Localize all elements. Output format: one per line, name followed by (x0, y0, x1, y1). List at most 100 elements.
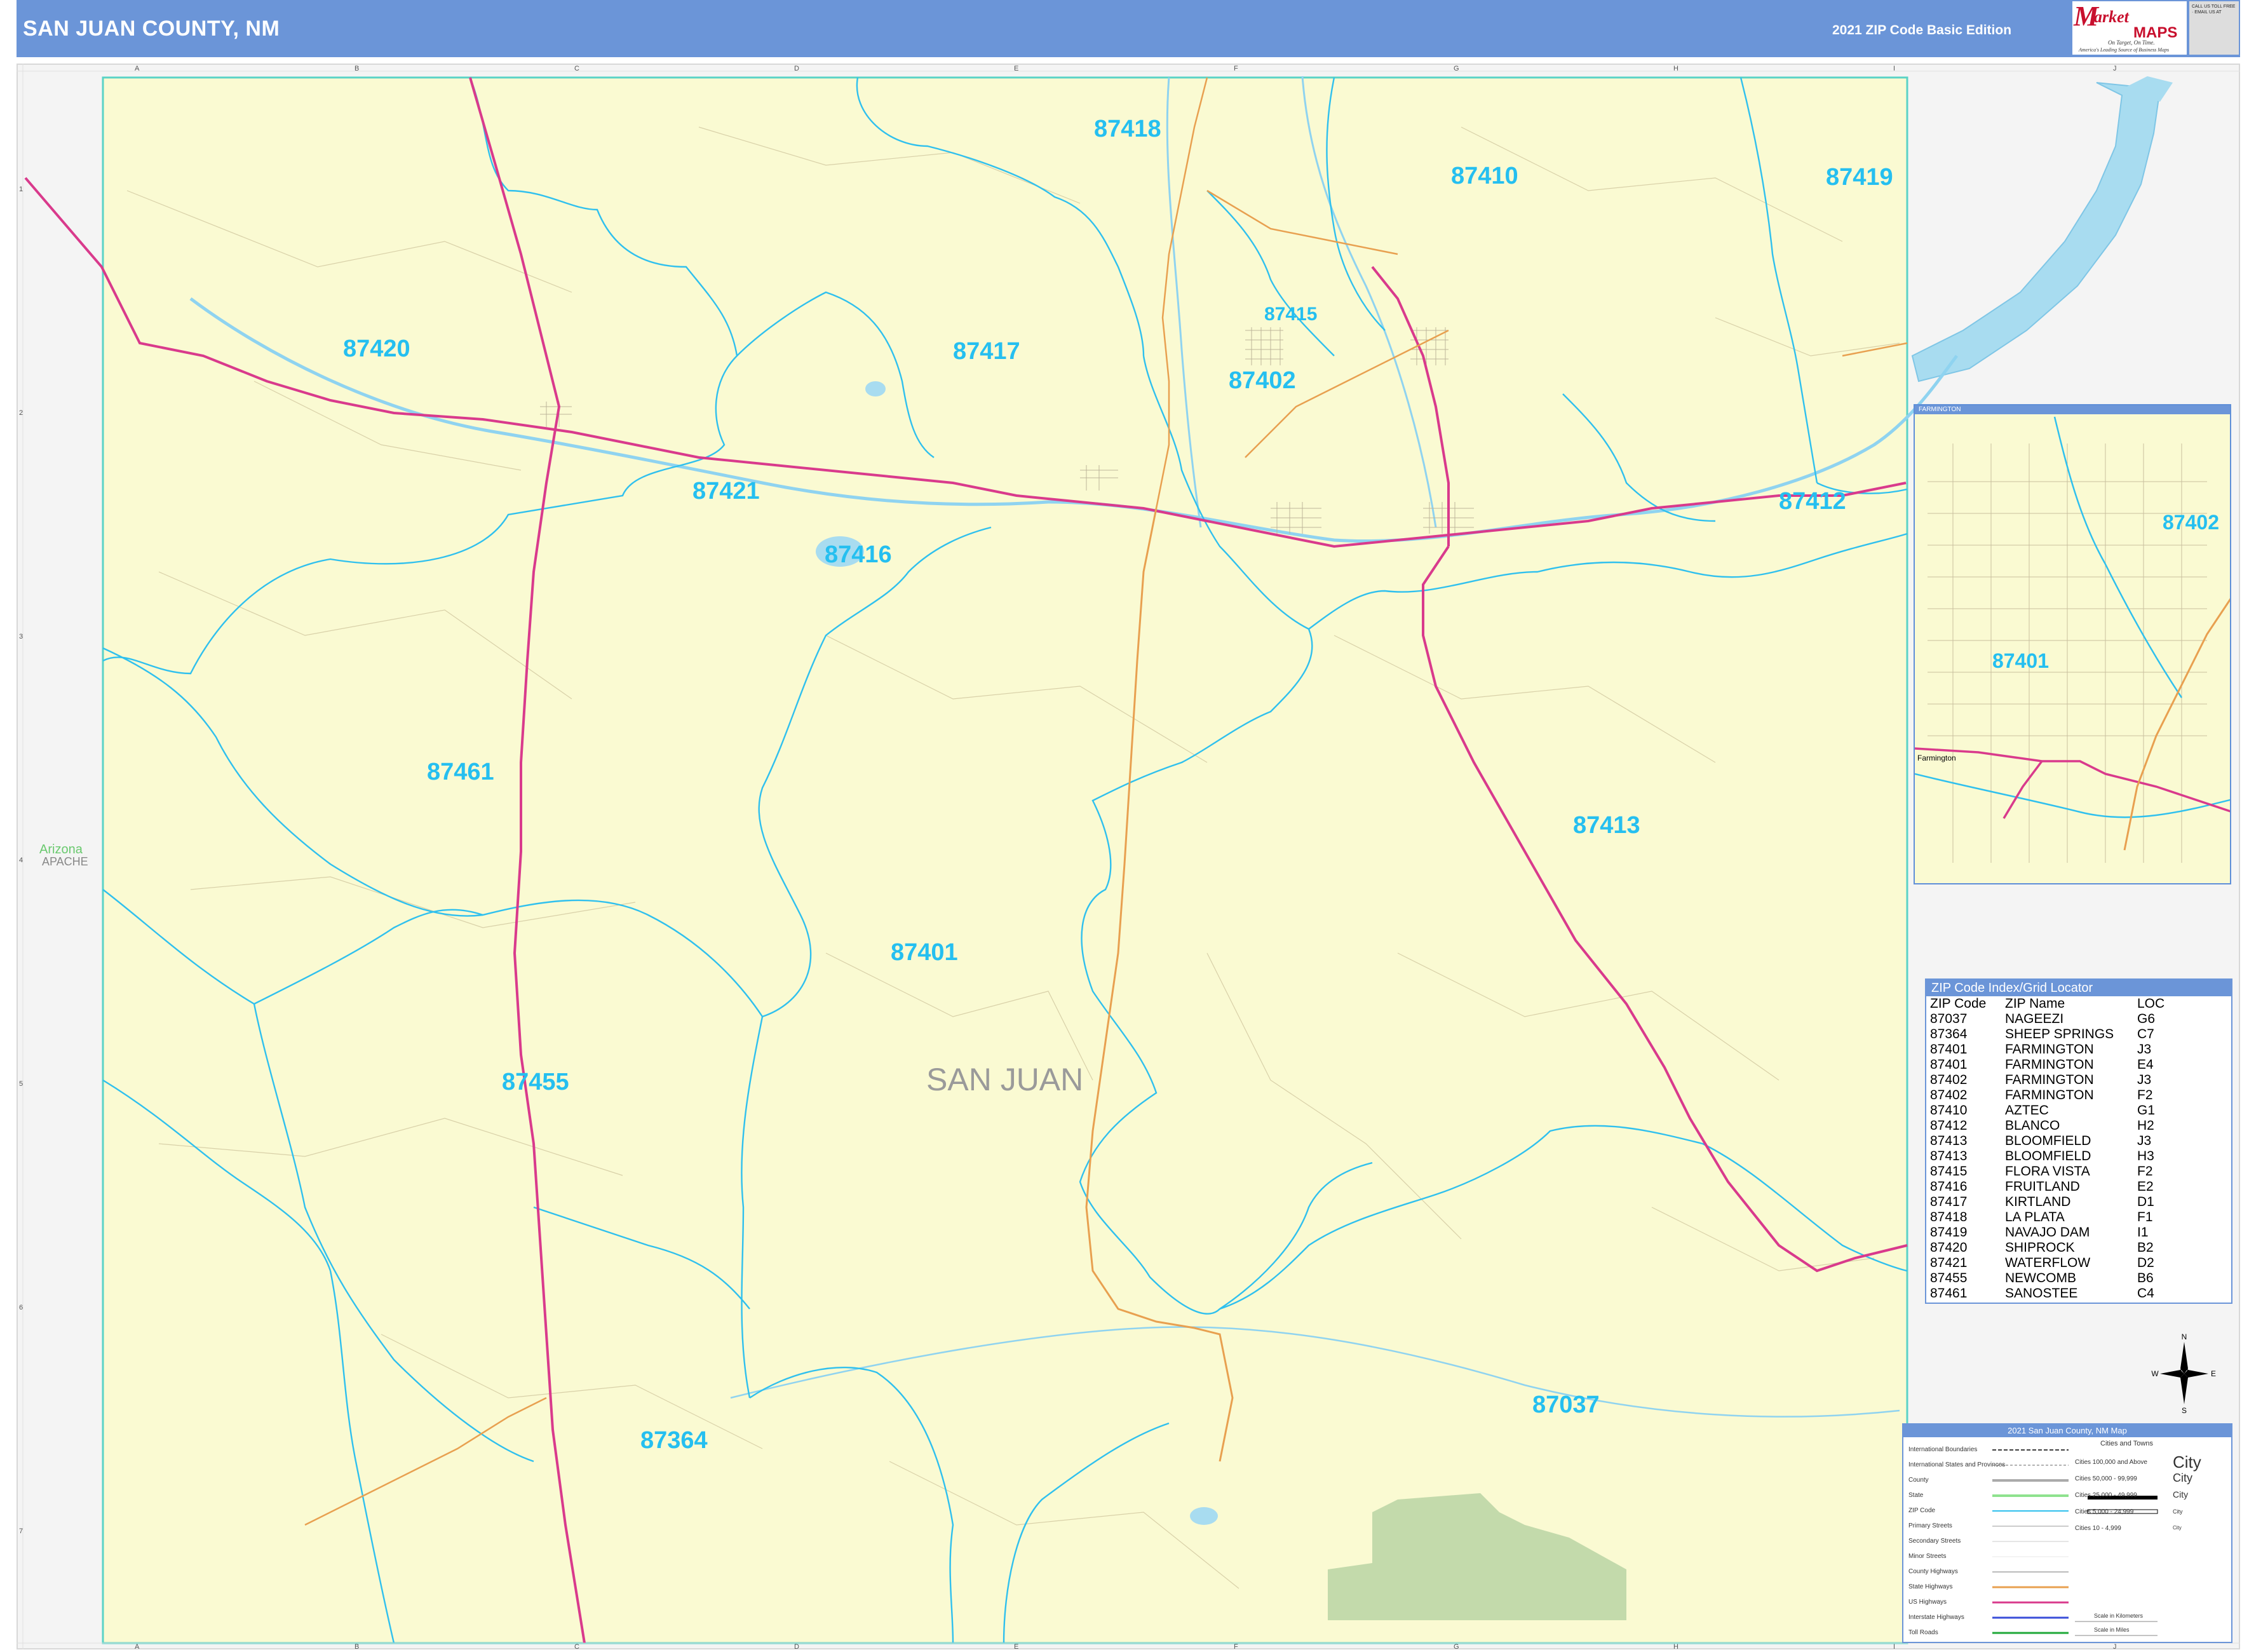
legend-city-range: Cities 100,000 and Above (2075, 1459, 2147, 1466)
table-row[interactable]: 87421 WATERFLOW D2 (1928, 1256, 2167, 1271)
legend-city-range: Cities 50,000 - 99,999 (2075, 1475, 2137, 1482)
farmington-inset[interactable]: FARMINGTON 87402 87401 Farmington (1914, 404, 2231, 884)
grid-col-label: E (1014, 65, 1019, 72)
compass-s: S (2182, 1406, 2187, 1414)
zip-label[interactable]: 87421 (692, 478, 760, 505)
zip-label[interactable]: 87461 (427, 759, 494, 786)
table-row[interactable]: 87416 FRUITLAND E2 (1928, 1179, 2167, 1195)
zip-label[interactable]: 87455 (502, 1069, 569, 1096)
table-row[interactable]: 87402 FARMINGTON J3 (1928, 1073, 2167, 1088)
zip-label[interactable]: 87417 (953, 338, 1020, 365)
name-cell: BLANCO (2005, 1118, 2060, 1133)
lake-small-1 (865, 381, 886, 396)
inset-zip-label[interactable]: 87402 (2163, 511, 2219, 534)
zip-label[interactable]: 87420 (343, 335, 410, 363)
county-map (17, 64, 2240, 1649)
table-row[interactable]: 87412 BLANCO H2 (1928, 1118, 2167, 1134)
name-cell: BLOOMFIELD (2005, 1149, 2091, 1163)
legend-city-sample: City (2173, 1489, 2189, 1500)
zip-label[interactable]: 87412 (1779, 488, 1846, 515)
table-row[interactable]: 87461 SANOSTEE C4 (1928, 1286, 2167, 1301)
grid-col-label: B (355, 65, 360, 72)
inset-city-label: Farmington (1917, 754, 1956, 762)
grid-col-label: H (1673, 65, 1678, 72)
name-cell: AZTEC (2005, 1103, 2049, 1118)
zip-cell: 87418 (1930, 1210, 1968, 1224)
zip-cell: 87037 (1930, 1012, 1968, 1026)
name-cell: SHEEP SPRINGS (2005, 1027, 2114, 1041)
grid-col-label: C (574, 65, 579, 72)
legend-city-range: Cities 5,000 - 24,999 (2075, 1508, 2134, 1515)
grid-col-label-bottom: F (1234, 1643, 1238, 1651)
loc-cell: H2 (2137, 1118, 2154, 1133)
grid-col-label-bottom: D (794, 1643, 799, 1651)
inset-zip-label[interactable]: 87401 (1992, 649, 2049, 673)
table-row[interactable]: 87419 NAVAJO DAM I1 (1928, 1225, 2167, 1240)
name-cell: FARMINGTON (2005, 1042, 2094, 1057)
loc-cell: D2 (2137, 1256, 2154, 1270)
zip-cell: 87410 (1930, 1103, 1968, 1118)
zip-label[interactable]: 87415 (1264, 304, 1317, 325)
zip-label[interactable]: 87401 (891, 939, 958, 966)
zip-cell: 87415 (1930, 1164, 1968, 1179)
legend-city-range: Cities 25,000 - 49,999 (2075, 1492, 2137, 1499)
grid-col-label: A (135, 65, 140, 72)
grid-row-label: 4 (19, 856, 24, 864)
legend-city-sample: City (2173, 1508, 2183, 1515)
table-row[interactable]: 87413 BLOOMFIELD H3 (1928, 1149, 2167, 1164)
zip-label[interactable]: 87410 (1451, 163, 1518, 190)
name-cell: NAVAJO DAM (2005, 1225, 2090, 1240)
zip-index-title: ZIP Code Index/Grid Locator (1926, 980, 2231, 996)
grid-col-label-bottom: C (574, 1643, 579, 1651)
table-row[interactable]: 87418 LA PLATA F1 (1928, 1210, 2167, 1225)
grid-col-label-bottom: G (1454, 1643, 1459, 1651)
grid-col-label-bottom: E (1014, 1643, 1019, 1651)
zip-label[interactable]: 87364 (640, 1427, 708, 1454)
legend-city-sample: City (2173, 1525, 2182, 1531)
table-row[interactable]: 87420 SHIPROCK B2 (1928, 1240, 2167, 1256)
legend-city-sample: City (2173, 1472, 2192, 1484)
table-row[interactable]: 87410 AZTEC G1 (1928, 1103, 2167, 1118)
zip-label[interactable]: 87419 (1826, 164, 1893, 191)
loc-cell: H3 (2137, 1149, 2154, 1163)
name-cell: FARMINGTON (2005, 1088, 2094, 1102)
grid-col-label: I (1893, 65, 1896, 72)
table-row[interactable]: 87401 FARMINGTON J3 (1928, 1042, 2167, 1057)
table-row[interactable]: 87413 BLOOMFIELD J3 (1928, 1134, 2167, 1149)
grid-col-label-bottom: H (1673, 1643, 1678, 1651)
table-row[interactable]: 87455 NEWCOMB B6 (1928, 1271, 2167, 1286)
name-cell: FLORA VISTA (2005, 1164, 2090, 1179)
zip-label[interactable]: 87402 (1229, 367, 1296, 395)
table-row[interactable]: 87364 SHEEP SPRINGS C7 (1928, 1027, 2167, 1042)
lake-small-2 (1190, 1507, 1218, 1525)
grid-row-label: 2 (19, 409, 24, 417)
table-row[interactable]: 87037 NAGEEZI G6 (1928, 1012, 2167, 1027)
col-header: ZIP Code (1930, 996, 1987, 1011)
loc-cell: C7 (2137, 1027, 2154, 1041)
county-label-apache: APACHE (42, 855, 88, 868)
name-cell: LA PLATA (2005, 1210, 2065, 1224)
zip-label[interactable]: 87416 (825, 541, 892, 569)
table-row[interactable]: 87402 FARMINGTON F2 (1928, 1088, 2167, 1103)
zip-label[interactable]: 87413 (1573, 812, 1640, 839)
grid-col-label: D (794, 65, 799, 72)
legend-city-sample: City (2173, 1452, 2201, 1472)
table-header-row: ZIP Code ZIP Name LOC (1928, 996, 2167, 1012)
zip-cell: 87421 (1930, 1256, 1968, 1270)
name-cell: FRUITLAND (2005, 1179, 2080, 1194)
table-row[interactable]: 87415 FLORA VISTA F2 (1928, 1164, 2167, 1179)
zip-label[interactable]: 87037 (1532, 1391, 1600, 1419)
grid-col-label: F (1234, 65, 1238, 72)
zip-cell: 87401 (1930, 1042, 1968, 1057)
grid-row-label: 5 (19, 1080, 24, 1088)
zip-cell: 87402 (1930, 1073, 1968, 1087)
compass-e: E (2211, 1369, 2216, 1378)
county-name-label: SAN JUAN (926, 1062, 1084, 1097)
zip-label[interactable]: 87418 (1094, 116, 1161, 143)
grid-col-label-bottom: I (1893, 1643, 1896, 1651)
table-row[interactable]: 87401 FARMINGTON E4 (1928, 1057, 2167, 1073)
table-row[interactable]: 87417 KIRTLAND D1 (1928, 1195, 2167, 1210)
name-cell: SANOSTEE (2005, 1286, 2078, 1301)
name-cell: NAGEEZI (2005, 1012, 2064, 1026)
zip-index-panel: ZIP Code Index/Grid Locator ZIP Code ZIP… (1925, 978, 2232, 1304)
